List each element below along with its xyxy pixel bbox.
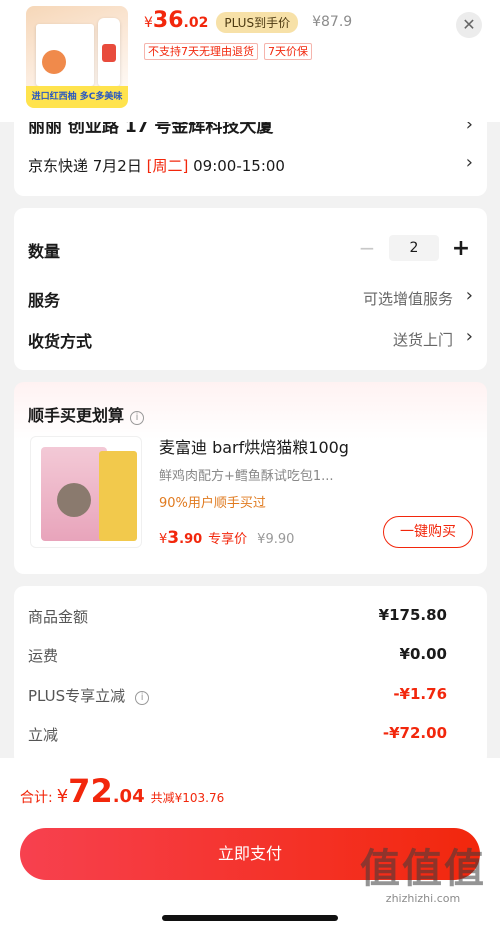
cat-food-bag-image — [41, 447, 107, 541]
summary-label-subtotal: 商品金额 — [28, 608, 89, 626]
addon-card: 顺手买更划算 i 麦富迪 barf烘焙猫粮100g 鲜鸡肉配方+鳕鱼酥试吃包1..… — [14, 382, 487, 574]
summary-value-discount: -¥72.00 — [382, 724, 447, 742]
watermark-url: zhizhizhi.com — [385, 892, 461, 905]
service-tags: 不支持7天无理由退货 7天价保 — [144, 43, 312, 60]
chevron-right-icon[interactable]: › — [466, 326, 473, 347]
delivery-prefix: 京东快递 7月2日 — [28, 157, 147, 175]
plus-price-badge: PLUS到手价 — [216, 11, 299, 33]
summary-value-subtotal: ¥175.80 — [378, 606, 447, 624]
info-icon[interactable]: i — [135, 691, 150, 705]
quantity-stepper[interactable]: − 2 + — [355, 235, 473, 261]
addon-product-image[interactable] — [30, 436, 142, 548]
product-bottle-image — [98, 18, 120, 86]
price-currency: ¥ — [144, 15, 153, 31]
summary-label-plus-discount: PLUS专享立减 i — [28, 685, 150, 706]
addon-product-desc: 鲜鸡肉配方+鳕鱼酥试吃包1... — [159, 469, 334, 484]
order-summary-card: 商品金额 ¥175.80 运费 ¥0.00 PLUS专享立减 i -¥1.76 立… — [14, 586, 487, 766]
plus-discount-text: PLUS专享立减 — [28, 687, 126, 705]
shipping-label: 收货方式 — [28, 332, 93, 351]
product-price: ¥ 36 .02 PLUS到手价 ¥87.9 — [144, 8, 352, 36]
service-value[interactable]: 可选增值服务 — [363, 288, 453, 309]
tag-price-protect: 7天价保 — [264, 43, 312, 60]
plus-icon[interactable]: + — [449, 236, 473, 261]
addon-title: 顺手买更划算 i — [28, 402, 145, 426]
addon-title-text: 顺手买更划算 — [28, 406, 125, 425]
addon-price-decimal: .90 — [179, 532, 203, 547]
quantity-value[interactable]: 2 — [389, 235, 439, 261]
summary-label-shipping: 运费 — [28, 647, 59, 665]
tag-no-return: 不支持7天无理由退货 — [144, 43, 258, 60]
product-header: 进口红西柚 多C多美味 ¥ 36 .02 PLUS到手价 ¥87.9 不支持7天… — [0, 0, 500, 122]
chevron-right-icon[interactable]: › — [466, 285, 473, 306]
price-decimal: .02 — [183, 15, 209, 31]
order-total: 合计: ¥ 72 .04 共减¥103.76 — [20, 772, 224, 810]
addon-price-label: 专享价 — [208, 532, 248, 547]
watermark-text: 值值值 — [360, 846, 486, 892]
summary-value-shipping: ¥0.00 — [399, 645, 447, 663]
addon-price-integer: 3 — [167, 528, 180, 548]
watermark-logo: 值值值 zhizhizhi.com — [360, 848, 486, 905]
product-thumbnail[interactable]: 进口红西柚 多C多美味 — [26, 6, 128, 108]
original-price: ¥87.9 — [312, 14, 353, 30]
one-click-buy-button[interactable]: 一键购买 — [383, 516, 473, 548]
shipping-value[interactable]: 送货上门 — [393, 329, 453, 350]
addon-product-name[interactable]: 麦富迪 barf烘焙猫粮100g — [159, 434, 349, 458]
quantity-label: 数量 — [28, 242, 61, 261]
info-icon[interactable]: i — [130, 411, 145, 425]
price-integer: 36 — [152, 8, 184, 33]
payment-bar: 合计: ¥ 72 .04 共减¥103.76 立即支付 值值值 zhizhizh… — [0, 758, 500, 932]
total-savings: 共减¥103.76 — [150, 791, 225, 805]
options-card: 数量 − 2 + 服务 可选增值服务 › 收货方式 送货上门 › — [14, 208, 487, 370]
delivery-day: [周二] — [146, 157, 189, 175]
product-box-image — [36, 24, 94, 86]
total-decimal: .04 — [112, 786, 145, 807]
home-indicator[interactable] — [162, 915, 338, 921]
minus-icon[interactable]: − — [355, 236, 379, 260]
service-label: 服务 — [28, 291, 61, 310]
total-integer: 72 — [68, 772, 113, 810]
cat-food-pack-image — [99, 451, 137, 541]
addon-product-price: ¥ 3 .90 专享价 ¥9.90 — [159, 528, 294, 548]
addon-price-currency: ¥ — [159, 532, 168, 547]
summary-label-discount: 立减 — [28, 726, 59, 744]
close-icon[interactable]: ✕ — [456, 12, 482, 38]
delivery-time: 09:00-15:00 — [188, 157, 285, 175]
total-currency: ¥ — [56, 786, 69, 807]
product-thumbnail-caption: 进口红西柚 多C多美味 — [26, 86, 128, 108]
summary-value-plus-discount: -¥1.76 — [393, 685, 447, 703]
total-label: 合计: — [20, 790, 53, 806]
delivery-info[interactable]: 京东快递 7月2日 [周二] 09:00-15:00 — [28, 155, 285, 176]
chevron-right-icon[interactable]: › — [466, 152, 473, 173]
addon-old-price: ¥9.90 — [257, 532, 295, 547]
addon-product-stat: 90%用户顺手买过 — [159, 496, 266, 511]
